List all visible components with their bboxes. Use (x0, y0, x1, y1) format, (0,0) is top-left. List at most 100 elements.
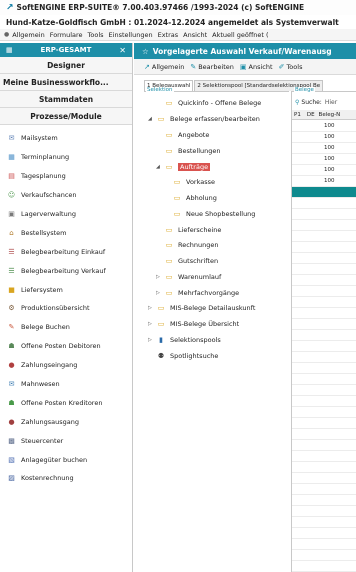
table-row-empty[interactable] (292, 264, 356, 275)
nav-designer[interactable]: Designer (0, 57, 132, 74)
table-row-empty[interactable] (292, 396, 356, 407)
expand-arrow-icon[interactable]: ▷ (156, 290, 163, 296)
menu-extras[interactable]: Extras (158, 31, 179, 39)
tree-node[interactable]: ⚉ Spotlightsuche (148, 350, 219, 362)
table-row-empty[interactable] (292, 341, 356, 352)
nav-stammdaten[interactable]: Stammdaten (0, 91, 132, 108)
table-row[interactable]: 100 (292, 121, 356, 132)
table-row-empty[interactable] (292, 363, 356, 374)
table-row-empty[interactable] (292, 209, 356, 220)
star-icon[interactable]: ☆ (142, 47, 149, 56)
module-item[interactable]: ● Zahlungseingang (0, 356, 132, 375)
tree-node[interactable]: ▭ Quickinfo - Offene Belege (156, 97, 262, 109)
module-item[interactable]: ⌂ Bestellsystem (0, 223, 132, 242)
module-item[interactable]: ✉ Mahnwesen (0, 375, 132, 394)
module-item[interactable]: ● Zahlungsausgang (0, 412, 132, 431)
module-item[interactable]: ▩ Steuercenter (0, 431, 132, 450)
table-row-empty[interactable] (292, 374, 356, 385)
module-item[interactable]: ☺ Verkaufschancen (0, 186, 132, 205)
table-row-empty[interactable] (292, 440, 356, 451)
tree-node[interactable]: ▭ Gutschriften (156, 255, 218, 267)
table-row-empty[interactable] (292, 451, 356, 462)
tree-node[interactable]: ▭ Vorkasse (164, 176, 215, 188)
table-row-empty[interactable] (292, 319, 356, 330)
table-row-empty[interactable] (292, 561, 356, 572)
table-row[interactable]: 100 (292, 132, 356, 143)
table-row-empty[interactable] (292, 528, 356, 539)
tree-node[interactable]: ▭ Lieferscheine (156, 224, 222, 236)
table-row-empty[interactable] (292, 242, 356, 253)
module-item[interactable]: ✎ Belege Buchen (0, 318, 132, 337)
tree-node[interactable]: ▭ Abholung (164, 192, 217, 204)
table-row-empty[interactable] (292, 330, 356, 341)
table-row-empty[interactable] (292, 385, 356, 396)
tree-node[interactable]: ▷ ▭ MIS-Belege Übersicht (148, 318, 239, 330)
module-item[interactable]: ▦ Terminplanung (0, 148, 132, 167)
table-row-empty[interactable] (292, 297, 356, 308)
table-row-empty[interactable] (292, 484, 356, 495)
expand-arrow-icon[interactable]: ◢ (156, 164, 163, 170)
menu-ansicht[interactable]: Ansicht (183, 31, 207, 39)
module-item[interactable]: ▤ Tagesplanung (0, 167, 132, 186)
col-p1[interactable]: P1 (294, 112, 301, 118)
tree-node[interactable]: ◢ ▭ Aufträge (156, 161, 211, 173)
table-row-empty[interactable] (292, 418, 356, 429)
table-row-empty[interactable] (292, 407, 356, 418)
module-item[interactable]: ▨ Kostenrechnung (0, 469, 132, 488)
toolbar-allgemein[interactable]: ↗ Allgemein (144, 63, 184, 71)
tree-node[interactable]: ▭ Neue Shopbestellung (164, 208, 256, 220)
expand-arrow-icon[interactable]: ▷ (148, 337, 155, 343)
menu-formulare[interactable]: Formulare (50, 31, 83, 39)
table-row[interactable]: 100 (292, 143, 356, 154)
tree-node[interactable]: ▭ Rechnungen (156, 239, 219, 251)
tree-node[interactable]: ▭ Angebote (156, 129, 210, 141)
table-row[interactable]: 100 (292, 154, 356, 165)
table-row[interactable]: 100 (292, 165, 356, 176)
col-beleg-nr[interactable]: Beleg-N (319, 112, 341, 118)
table-row-empty[interactable] (292, 308, 356, 319)
nav-meine-businessworkflows[interactable]: Meine Businessworkflo... (0, 74, 132, 91)
nav-prozesse-module[interactable]: Prozesse/Module (0, 108, 132, 125)
search-input[interactable]: Hier (325, 99, 337, 106)
table-row-empty[interactable] (292, 473, 356, 484)
module-item[interactable]: ☗ Offene Posten Kreditoren (0, 393, 132, 412)
module-item[interactable]: ✉ Mailsystem (0, 129, 132, 148)
toolbar-ansicht[interactable]: ▣ Ansicht (240, 63, 273, 71)
expand-arrow-icon[interactable]: ▷ (148, 321, 155, 327)
module-item[interactable]: ▣ Lagerverwaltung (0, 205, 132, 224)
module-item[interactable]: ☰ Belegbearbeitung Verkauf (0, 261, 132, 280)
table-row-empty[interactable] (292, 253, 356, 264)
table-row-empty[interactable] (292, 462, 356, 473)
menu-tools[interactable]: Tools (88, 31, 104, 39)
toolbar-tools[interactable]: ✐ Tools (279, 63, 303, 71)
table-row-selected[interactable] (292, 187, 356, 198)
table-row-empty[interactable] (292, 198, 356, 209)
toolbar-bearbeiten[interactable]: ✎ Bearbeiten (190, 63, 234, 71)
module-item[interactable]: ■ Liefersystem (0, 280, 132, 299)
expand-arrow-icon[interactable]: ▷ (156, 274, 163, 280)
table-row-empty[interactable] (292, 517, 356, 528)
table-row-empty[interactable] (292, 286, 356, 297)
module-item[interactable]: ☗ Offene Posten Debitoren (0, 337, 132, 356)
table-row-empty[interactable] (292, 275, 356, 286)
module-item[interactable]: ⚙ Produktionsübersicht (0, 299, 132, 318)
close-icon[interactable]: ✕ (119, 46, 126, 55)
table-row-empty[interactable] (292, 231, 356, 242)
table-row[interactable]: 100 (292, 176, 356, 187)
expand-arrow-icon[interactable]: ▷ (148, 305, 155, 311)
table-row-empty[interactable] (292, 352, 356, 363)
table-row-empty[interactable] (292, 220, 356, 231)
expand-arrow-icon[interactable]: ◢ (148, 116, 155, 122)
module-item[interactable]: ▧ Anlagegüter buchen (0, 450, 132, 469)
module-item[interactable]: ☰ Belegbearbeitung Einkauf (0, 242, 132, 261)
table-row-empty[interactable] (292, 429, 356, 440)
table-row-empty[interactable] (292, 539, 356, 550)
tree-node[interactable]: ▷ ▭ MIS-Belege Detailauskunft (148, 302, 255, 314)
table-row-empty[interactable] (292, 550, 356, 561)
tree-node[interactable]: ▭ Bestellungen (156, 145, 221, 157)
tree-node[interactable]: ▷ ▭ Warenumlauf (156, 271, 221, 283)
table-row-empty[interactable] (292, 506, 356, 517)
menu-aktuell-geoeffnet[interactable]: Aktuell geöffnet ( (212, 31, 268, 39)
menu-einstellungen[interactable]: Einstellungen (109, 31, 153, 39)
tree-node[interactable]: ▷ ▮ Selektionspools (148, 334, 221, 346)
